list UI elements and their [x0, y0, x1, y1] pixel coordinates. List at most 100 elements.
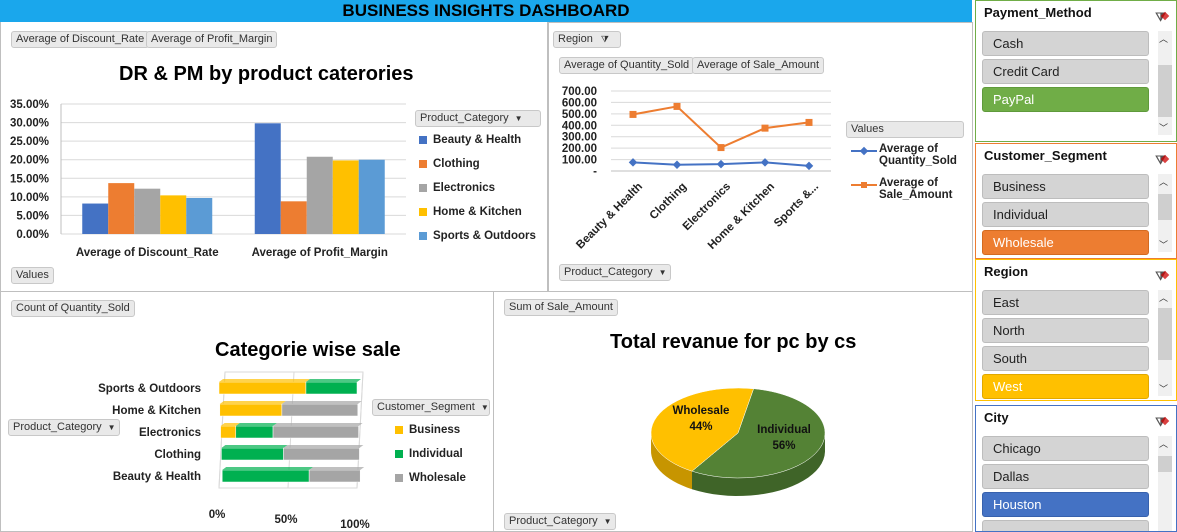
y-tick-label: 500.00	[562, 109, 597, 121]
y-tick-label: 10.00%	[10, 192, 49, 204]
slicer-item-individual[interactable]: Individual	[982, 202, 1149, 227]
chart1-values-chip[interactable]: Values	[11, 267, 54, 284]
chevron-down-icon: ▼	[107, 423, 116, 432]
x-tick-label: 100%	[340, 519, 369, 531]
legend-item: Beauty & Health	[419, 128, 536, 152]
legend-item: Wholesale	[395, 466, 466, 490]
y-tick-label: 0.00%	[16, 229, 49, 241]
slicer-scrollbar[interactable]: ︿ ﹀	[1158, 290, 1172, 396]
y-tick-label: 5.00%	[16, 210, 49, 222]
chart3-legend-header[interactable]: Customer_Segment ▼	[372, 399, 490, 416]
bar	[82, 203, 109, 234]
slicer-region: Region ⧩ East North South West ︿ ﹀	[975, 259, 1177, 401]
bar-segment	[220, 425, 237, 439]
scroll-up-icon[interactable]: ︿	[1159, 175, 1168, 188]
slicer-item-west[interactable]: West	[982, 374, 1149, 399]
legend-item: Average of Quantity_Sold	[851, 143, 957, 167]
legend-swatch	[419, 184, 427, 192]
x-category-label: Average of Profit_Margin	[252, 247, 388, 259]
pie-label-value: 56%	[772, 440, 795, 452]
data-point	[673, 102, 681, 110]
scroll-thumb[interactable]	[1158, 194, 1172, 220]
legend-swatch	[419, 160, 427, 168]
chart1-legend-header[interactable]: Product_Category ▼	[415, 110, 541, 127]
slicer-scrollbar[interactable]: ︿ ﹀	[1158, 174, 1172, 252]
chart2-legend-header[interactable]: Values	[846, 121, 964, 138]
series-line	[632, 105, 810, 149]
slicer-item-chicago[interactable]: Chicago	[982, 436, 1149, 461]
data-point	[629, 110, 637, 118]
legend-swatch	[395, 474, 403, 482]
scroll-down-icon[interactable]: ﹀	[1159, 238, 1168, 251]
chip-label: Product_Category	[564, 266, 653, 278]
chip-label: Customer_Segment	[377, 401, 475, 413]
bar-segment	[308, 469, 361, 483]
legend-label: Sports & Outdoors	[433, 230, 536, 242]
legend-label: Business	[409, 424, 461, 436]
clear-filter-icon[interactable]: ⧩	[1155, 264, 1166, 288]
bar-segment-top	[273, 423, 363, 426]
scroll-thumb[interactable]	[1158, 308, 1172, 360]
slicer-scrollbar[interactable]: ︿ ﹀	[1158, 31, 1172, 135]
scroll-down-icon[interactable]: ﹀	[1159, 382, 1168, 395]
legend-label: Average of	[879, 177, 939, 189]
legend-line-marker	[851, 146, 877, 156]
y-tick-label: -	[593, 166, 597, 178]
bar-segment	[281, 403, 359, 417]
clear-filter-icon[interactable]: ⧩	[1155, 5, 1166, 29]
data-point	[761, 124, 769, 132]
bar-segment	[219, 403, 283, 417]
scroll-up-icon[interactable]: ︿	[1159, 291, 1168, 304]
y-category-label: Home & Kitchen	[112, 405, 201, 417]
legend-swatch	[419, 136, 427, 144]
clear-filter-icon[interactable]: ⧩	[1155, 148, 1166, 172]
slicer-item-east[interactable]: East	[982, 290, 1149, 315]
chart4-category-chip[interactable]: Product_Category ▼	[504, 513, 616, 530]
slicer-item-paypal[interactable]: PayPal	[982, 87, 1149, 112]
x-category-label: Clothing	[648, 181, 689, 222]
legend-item: Individual	[395, 442, 466, 466]
slicer-items: East North South West	[976, 284, 1176, 399]
scroll-up-icon[interactable]: ︿	[1159, 437, 1168, 450]
y-tick-label: 400.00	[562, 120, 597, 132]
slicer-item-wholesale[interactable]: Wholesale	[982, 230, 1149, 255]
x-category-label: Sports &...	[772, 181, 821, 230]
x-tick-label: 0%	[209, 509, 226, 521]
bar-segment-top	[222, 467, 314, 470]
y-tick-label: 35.00%	[10, 99, 49, 111]
clear-filter-icon[interactable]: ⧩	[1155, 410, 1166, 434]
slicer-city: City ⧩ Chicago Dallas Houston ︿	[975, 405, 1177, 532]
legend-label: Beauty & Health	[433, 134, 522, 146]
chip-label: Product_Category	[13, 421, 102, 433]
legend-swatch	[395, 450, 403, 458]
pie-label-value: 44%	[689, 421, 712, 433]
slicer-header: Payment_Method ⧩	[976, 1, 1176, 25]
slicer-item-partial[interactable]	[982, 520, 1149, 531]
slicer-item-south[interactable]: South	[982, 346, 1149, 371]
legend-item: Business	[395, 418, 466, 442]
slicer-title: Customer_Segment	[984, 148, 1107, 163]
legend-line-marker	[851, 182, 877, 188]
chart2-category-chip[interactable]: Product_Category ▼	[559, 264, 671, 281]
scroll-thumb[interactable]	[1158, 456, 1172, 472]
legend-label: Electronics	[433, 182, 495, 194]
legend-swatch	[395, 426, 403, 434]
y-category-label: Sports & Outdoors	[98, 383, 201, 395]
chart3-category-chip[interactable]: Product_Category ▼	[8, 419, 120, 436]
slicer-item-cash[interactable]: Cash	[982, 31, 1149, 56]
chip-label: Product_Category	[509, 515, 598, 527]
slicer-item-north[interactable]: North	[982, 318, 1149, 343]
slicer-item-dallas[interactable]: Dallas	[982, 464, 1149, 489]
legend-item: Average of Sale_Amount	[851, 177, 957, 201]
slicer-item-business[interactable]: Business	[982, 174, 1149, 199]
slicer-item-credit-card[interactable]: Credit Card	[982, 59, 1149, 84]
slicer-title: City	[984, 410, 1009, 425]
slicer-scrollbar[interactable]: ︿	[1158, 436, 1172, 531]
slicer-item-houston[interactable]: Houston	[982, 492, 1149, 517]
legend-label: Clothing	[433, 158, 480, 170]
scroll-thumb[interactable]	[1158, 65, 1172, 117]
data-point	[805, 118, 813, 126]
scroll-down-icon[interactable]: ﹀	[1159, 121, 1168, 134]
scroll-up-icon[interactable]: ︿	[1159, 32, 1168, 45]
bar	[254, 123, 281, 234]
